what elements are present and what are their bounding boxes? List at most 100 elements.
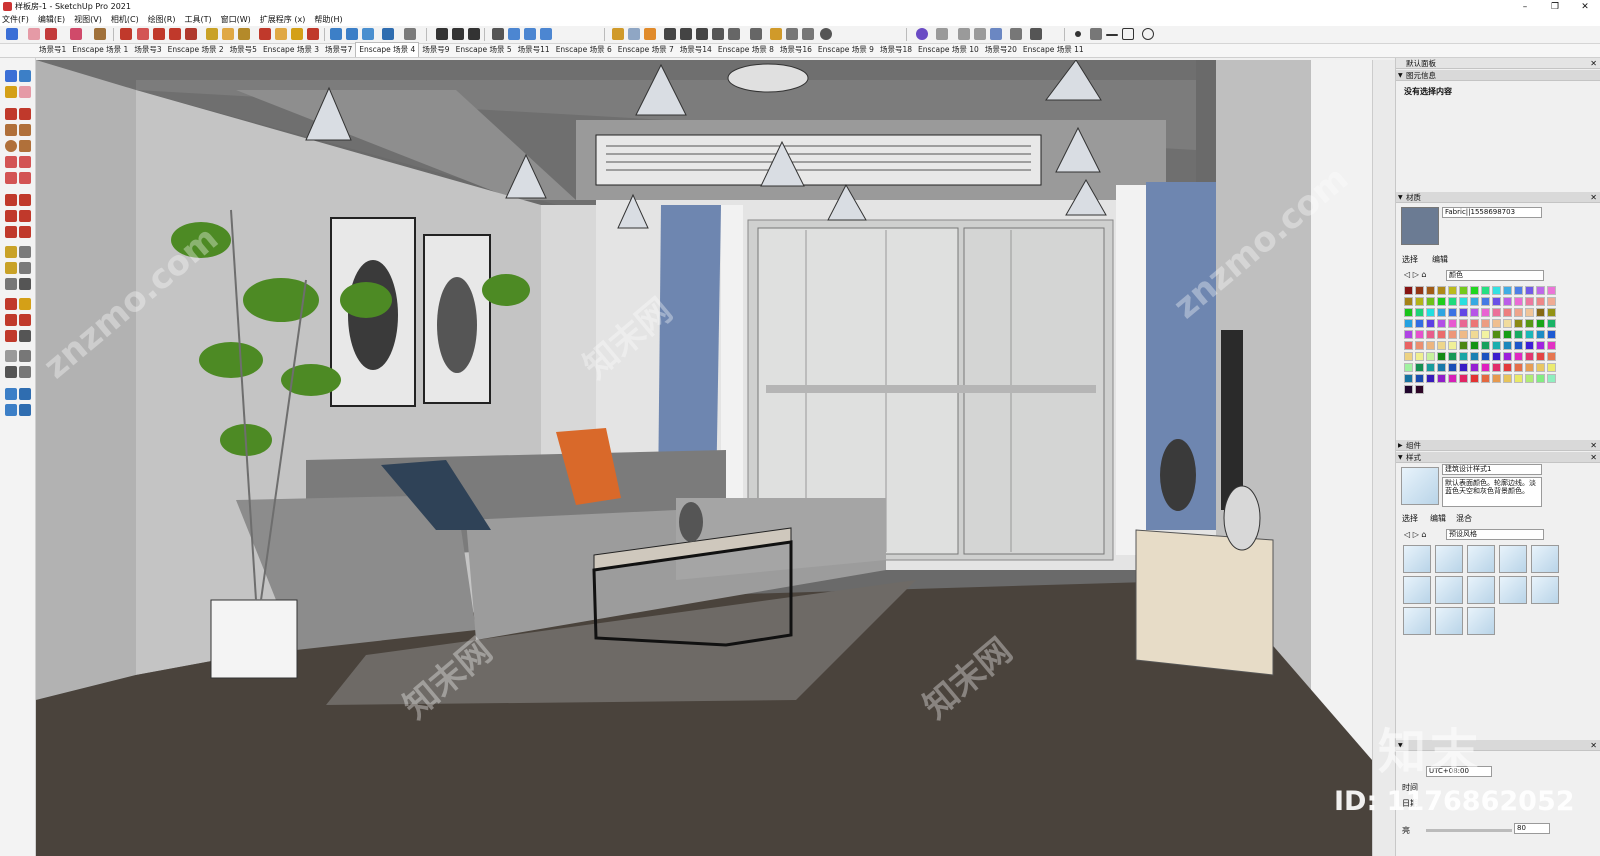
arc-tool-icon[interactable] [5, 156, 17, 168]
color-swatch[interactable] [1426, 286, 1435, 295]
color-swatch[interactable] [1547, 297, 1556, 306]
video-editor-icon[interactable] [664, 28, 676, 40]
scene-tab[interactable]: Enscape 场景 8 [715, 43, 777, 57]
extension-tool-icon[interactable] [19, 388, 31, 400]
style-thumbnail[interactable] [1467, 545, 1495, 573]
extension-warehouse-icon[interactable] [346, 28, 358, 40]
color-swatch[interactable] [1503, 308, 1512, 317]
color-swatch[interactable] [1426, 319, 1435, 328]
line-tool-icon[interactable] [5, 108, 17, 120]
color-swatch[interactable] [1525, 286, 1534, 295]
color-swatch[interactable] [1503, 363, 1512, 372]
color-swatch[interactable] [1459, 363, 1468, 372]
orbit-tool-icon[interactable] [5, 298, 17, 310]
info-icon[interactable] [786, 28, 798, 40]
layout-tool-icon[interactable] [5, 404, 17, 416]
color-swatch[interactable] [1503, 352, 1512, 361]
eraser-tool-icon[interactable] [19, 86, 31, 98]
color-swatch[interactable] [1415, 352, 1424, 361]
dimension-tool-icon[interactable] [19, 246, 31, 258]
color-swatch[interactable] [1514, 330, 1523, 339]
close-window-button[interactable]: ✕ [1570, 0, 1600, 13]
paint-tool-icon[interactable] [5, 86, 17, 98]
scene-tab[interactable]: Enscape 场景 2 [165, 43, 227, 57]
color-swatch[interactable] [1503, 330, 1512, 339]
menu-help[interactable]: 帮助(H) [314, 14, 342, 25]
color-swatch[interactable] [1426, 374, 1435, 383]
color-swatch[interactable] [1437, 308, 1446, 317]
orbit-icon[interactable] [291, 28, 303, 40]
color-swatch[interactable] [1525, 297, 1534, 306]
color-swatch[interactable] [1492, 319, 1501, 328]
color-swatch[interactable] [1448, 286, 1457, 295]
menu-extensions[interactable]: 扩展程序 (x) [260, 14, 306, 25]
move-icon[interactable] [153, 28, 165, 40]
color-swatch[interactable] [1536, 308, 1545, 317]
color-swatch[interactable] [1415, 330, 1424, 339]
rotate-tool-icon[interactable] [5, 210, 17, 222]
wireframe-icon[interactable] [468, 28, 480, 40]
scene-tab[interactable]: Enscape 场景 7 [615, 43, 677, 57]
zoom-window-tool-icon[interactable] [19, 314, 31, 326]
line-icon[interactable] [1106, 34, 1118, 36]
color-swatch[interactable] [1437, 352, 1446, 361]
color-swatch[interactable] [1492, 308, 1501, 317]
color-swatch[interactable] [1481, 330, 1490, 339]
gear-icon[interactable] [1010, 28, 1022, 40]
scene-tab[interactable]: 场景号18 [877, 43, 915, 57]
warehouse-icon[interactable] [330, 28, 342, 40]
3d-text-tool-icon[interactable] [19, 278, 31, 290]
select-tool-icon[interactable] [5, 70, 17, 82]
color-swatch[interactable] [1426, 341, 1435, 350]
point-icon[interactable] [1075, 31, 1081, 37]
color-swatch[interactable] [1415, 385, 1424, 394]
color-swatch[interactable] [1470, 330, 1479, 339]
asset-library-icon[interactable] [802, 28, 814, 40]
color-swatch[interactable] [1448, 341, 1457, 350]
color-swatch[interactable] [1426, 330, 1435, 339]
pie-tool-icon[interactable] [19, 172, 31, 184]
color-swatch[interactable] [1536, 319, 1545, 328]
color-swatch[interactable] [1437, 374, 1446, 383]
color-swatch[interactable] [1481, 341, 1490, 350]
rectangle-tool-icon[interactable] [5, 124, 17, 136]
color-swatch[interactable] [1503, 297, 1512, 306]
color-swatch[interactable] [1459, 330, 1468, 339]
color-swatch[interactable] [1404, 286, 1413, 295]
color-swatch[interactable] [1481, 319, 1490, 328]
plugin-icon[interactable] [916, 28, 928, 40]
menu-file[interactable]: 文件(F) [2, 14, 29, 25]
materials-edit-tab[interactable]: 编辑 [1432, 254, 1448, 265]
color-swatch[interactable] [1547, 363, 1556, 372]
color-swatch[interactable] [1437, 330, 1446, 339]
paint-bucket-icon[interactable] [275, 28, 287, 40]
color-swatch[interactable] [1459, 319, 1468, 328]
color-swatch[interactable] [1525, 330, 1534, 339]
color-swatch[interactable] [1437, 341, 1446, 350]
section-plane-icon[interactable] [259, 28, 271, 40]
menu-view[interactable]: 视图(V) [74, 14, 102, 25]
scene-tab[interactable]: 场景号11 [515, 43, 553, 57]
color-swatch[interactable] [1426, 297, 1435, 306]
model-viewport[interactable]: znzmo.com 知末网 知末网 znzmo.com 知末网 [36, 60, 1372, 856]
color-swatch[interactable] [1470, 286, 1479, 295]
color-swatch[interactable] [1459, 352, 1468, 361]
polygon-tool-icon[interactable] [19, 140, 31, 152]
color-swatch[interactable] [1448, 363, 1457, 372]
color-swatch[interactable] [1448, 330, 1457, 339]
materials-header[interactable]: ▼ 材质 ✕ [1396, 192, 1600, 203]
light-value-field[interactable]: 80 [1514, 823, 1550, 834]
color-swatch[interactable] [1536, 352, 1545, 361]
circle-tool-icon[interactable] [5, 140, 17, 152]
follow-me-icon[interactable] [137, 28, 149, 40]
color-swatch[interactable] [1536, 341, 1545, 350]
color-swatch[interactable] [1514, 352, 1523, 361]
color-swatch[interactable] [1492, 286, 1501, 295]
scene-tab[interactable]: 场景号9 [419, 43, 452, 57]
color-swatch[interactable] [1470, 341, 1479, 350]
triangle-icon[interactable] [1090, 28, 1102, 40]
color-swatch[interactable] [1459, 374, 1468, 383]
color-swatch[interactable] [1481, 363, 1490, 372]
color-swatch[interactable] [1514, 319, 1523, 328]
tape-tool-icon[interactable] [5, 246, 17, 258]
